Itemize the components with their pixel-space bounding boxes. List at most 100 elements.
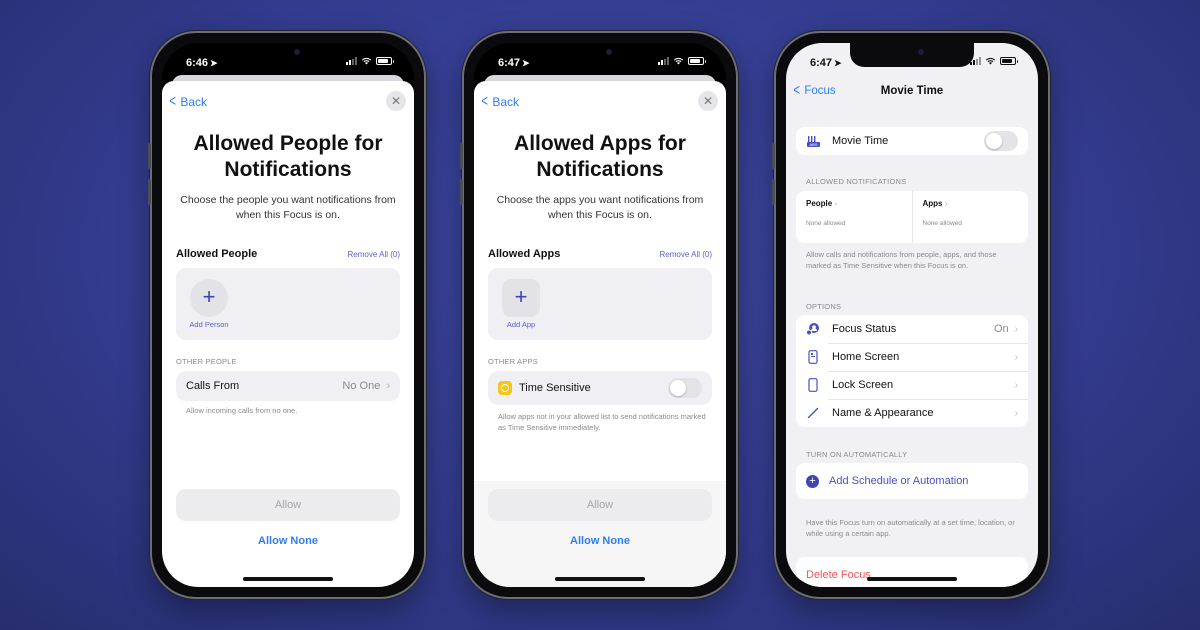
add-person-button[interactable]: + <box>190 279 228 317</box>
calls-from-label: Calls From <box>186 380 240 392</box>
home-indicator[interactable] <box>867 577 957 581</box>
option-name-appearance[interactable]: Name & Appearance › <box>796 399 1028 427</box>
volume-down-button <box>460 179 463 205</box>
apps-label: Apps <box>922 199 943 208</box>
nav-title: Movie Time <box>880 85 944 97</box>
cellular-signal-icon <box>346 57 357 65</box>
add-person-label[interactable]: Add Person <box>184 320 234 329</box>
location-arrow-icon: ➤ <box>522 58 530 68</box>
calls-from-row[interactable]: Calls From No One › <box>176 371 400 401</box>
time-sensitive-label: Time Sensitive <box>519 382 591 394</box>
delete-focus-label: Delete Focus <box>806 569 871 581</box>
screen: 6:47➤ <Focus Movie Time ABS Movie Time <box>786 43 1038 587</box>
section-header: Allowed Apps Remove All (0) <box>488 248 712 260</box>
people-cell[interactable]: People › None allowed <box>796 191 912 243</box>
volume-up-button <box>148 143 151 169</box>
battery-icon <box>376 57 394 65</box>
automation-footer: Have this Focus turn on automatically at… <box>806 518 1015 538</box>
close-icon: ✕ <box>702 94 714 108</box>
add-schedule-label: Add Schedule or Automation <box>829 475 969 487</box>
option-focus-status[interactable]: Focus Status On › <box>796 315 1028 343</box>
time-sensitive-toggle[interactable] <box>668 378 702 398</box>
battery-icon <box>1000 57 1018 65</box>
close-button[interactable]: ✕ <box>698 91 718 111</box>
allowed-notifications-header: ALLOWED NOTIFICATIONS <box>806 177 907 186</box>
wifi-icon <box>673 57 684 65</box>
chevron-left-icon: < <box>481 93 488 110</box>
add-schedule-button[interactable]: + Add Schedule or Automation <box>796 463 1028 499</box>
home-indicator[interactable] <box>555 577 645 581</box>
calls-from-value: No One <box>342 380 381 392</box>
page-title: Allowed Apps for Notifications <box>514 132 686 181</box>
status-bar: 6:46 ➤ <box>162 43 414 79</box>
svg-text:ABS: ABS <box>809 142 817 147</box>
page-subtitle: Choose the apps you want notifications f… <box>496 194 704 221</box>
chevron-right-icon: › <box>1014 323 1018 335</box>
option-label: Name & Appearance <box>832 407 934 419</box>
delete-card: Delete Focus <box>796 557 1028 587</box>
focus-toggle[interactable] <box>984 131 1018 151</box>
allow-none-button[interactable]: Allow None <box>474 535 726 547</box>
allowed-apps-box: + Add App <box>488 268 712 340</box>
home-indicator[interactable] <box>243 577 333 581</box>
volume-down-button <box>148 179 151 205</box>
plus-icon: + <box>202 284 216 309</box>
volume-down-button <box>772 179 775 205</box>
chevron-right-icon: › <box>834 199 838 208</box>
option-lock-screen[interactable]: Lock Screen › <box>796 371 1028 399</box>
time-sensitive-row: Time Sensitive <box>488 371 712 405</box>
wifi-icon <box>361 57 372 65</box>
movie-theater-icon: ABS <box>806 134 820 148</box>
phone-focus-settings: 6:47➤ <Focus Movie Time ABS Movie Time <box>772 31 1050 599</box>
focus-toggle-row: ABS Movie Time <box>796 127 1028 155</box>
options-header: OPTIONS <box>806 302 842 311</box>
battery-icon <box>688 57 706 65</box>
section-title: Allowed Apps <box>488 248 561 260</box>
delete-focus-button[interactable]: Delete Focus <box>796 557 1028 587</box>
option-label: Lock Screen <box>832 379 894 391</box>
option-label: Focus Status <box>832 323 897 335</box>
location-arrow-icon: ➤ <box>210 58 218 68</box>
remove-all-button[interactable]: Remove All (0) <box>348 250 400 259</box>
people-label: People <box>806 199 833 208</box>
lock-screen-icon <box>806 378 820 392</box>
phone-allowed-apps: 6:47 ➤ < Back ✕ Allowed Apps for Notificat… <box>460 31 738 599</box>
calls-from-footer: Allow incoming calls from no one. <box>186 406 298 415</box>
add-app-button[interactable]: + <box>502 279 540 317</box>
add-circle-icon: + <box>806 474 819 488</box>
add-app-label[interactable]: Add App <box>496 320 546 329</box>
screen: 6:47 ➤ < Back ✕ Allowed Apps for Notificat… <box>474 43 726 587</box>
options-card: Focus Status On › Home Screen › Lock Scr… <box>796 315 1028 427</box>
allow-button[interactable]: Allow <box>488 489 712 521</box>
allowed-people-box: + Add Person <box>176 268 400 340</box>
back-button[interactable]: < Back <box>480 93 519 110</box>
phone-allowed-people: 6:46 ➤ < Back ✕ Allowed People for Notific… <box>148 31 426 599</box>
pencil-icon <box>806 406 820 420</box>
apps-value: None allowed <box>922 220 962 227</box>
section-title: Allowed People <box>176 248 258 260</box>
clock-icon <box>498 381 512 395</box>
chevron-left-icon: < <box>169 93 176 110</box>
close-icon: ✕ <box>390 94 402 108</box>
modal-sheet: < Back ✕ Allowed Apps for Notifications C… <box>474 81 726 587</box>
other-apps-header: OTHER APPS <box>488 357 538 366</box>
chevron-right-icon: › <box>1014 351 1018 363</box>
people-value: None allowed <box>806 220 846 227</box>
option-home-screen[interactable]: Home Screen › <box>796 343 1028 371</box>
turn-on-automatically-header: TURN ON AUTOMATICALLY <box>806 450 908 459</box>
status-bar: 6:47 ➤ <box>786 43 1038 79</box>
allow-button[interactable]: Allow <box>176 489 400 521</box>
chevron-right-icon: › <box>944 199 948 208</box>
allow-none-button[interactable]: Allow None <box>162 535 414 547</box>
volume-up-button <box>460 143 463 169</box>
allowed-notifications-footer: Allow calls and notifications from peopl… <box>806 250 997 270</box>
focus-status-icon <box>806 322 820 336</box>
apps-cell[interactable]: Apps › None allowed <box>911 191 1029 243</box>
back-button[interactable]: < Back <box>168 93 207 110</box>
automation-card: + Add Schedule or Automation <box>796 463 1028 499</box>
focus-name: Movie Time <box>832 135 889 147</box>
remove-all-button[interactable]: Remove All (0) <box>660 250 712 259</box>
bottom-actions: Allow Allow None <box>162 489 414 587</box>
page-title: Allowed People for Notifications <box>193 132 383 181</box>
close-button[interactable]: ✕ <box>386 91 406 111</box>
